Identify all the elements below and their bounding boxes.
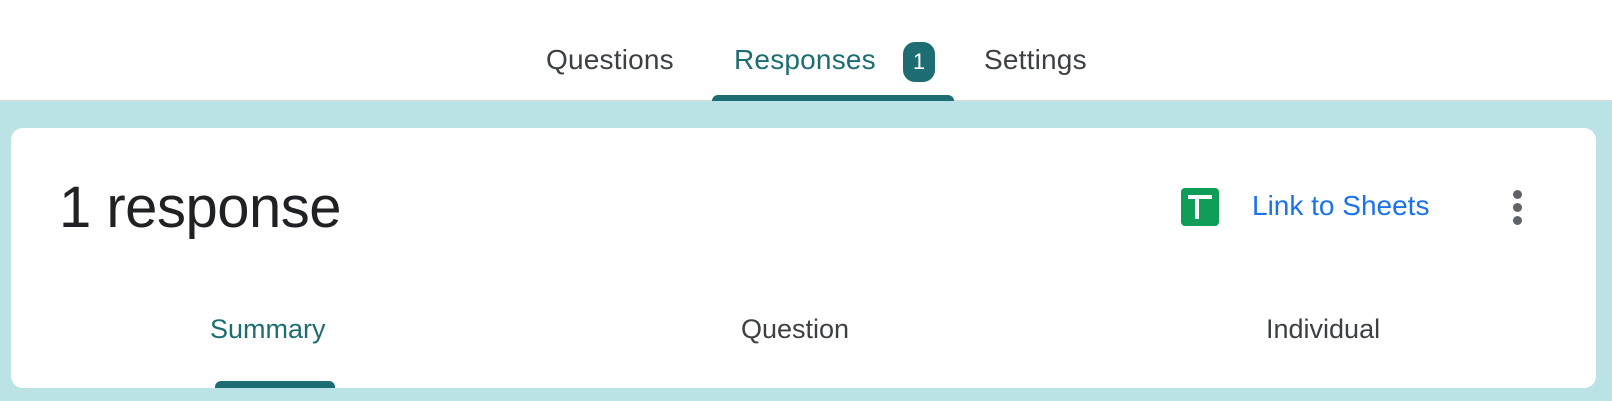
- responses-count-badge: 1: [903, 42, 935, 82]
- top-tab-bar: Questions Responses 1 Settings: [0, 0, 1612, 101]
- google-sheets-icon[interactable]: [1181, 188, 1219, 226]
- tab-settings[interactable]: Settings: [984, 44, 1087, 76]
- subtab-individual[interactable]: Individual: [1266, 314, 1380, 345]
- more-vert-icon[interactable]: [1508, 190, 1528, 226]
- tab-responses[interactable]: Responses: [734, 44, 876, 76]
- response-count-title: 1 response: [59, 175, 341, 240]
- subtab-summary[interactable]: Summary: [210, 314, 326, 345]
- more-dot: [1513, 190, 1522, 199]
- tab-questions[interactable]: Questions: [546, 44, 674, 76]
- more-dot: [1513, 203, 1522, 212]
- subtab-question[interactable]: Question: [741, 314, 849, 345]
- responses-summary-card: 1 response Link to Sheets Summary Questi…: [11, 128, 1596, 388]
- link-to-sheets-button[interactable]: Link to Sheets: [1252, 190, 1429, 222]
- active-subtab-indicator: [215, 381, 335, 388]
- more-dot: [1513, 216, 1522, 225]
